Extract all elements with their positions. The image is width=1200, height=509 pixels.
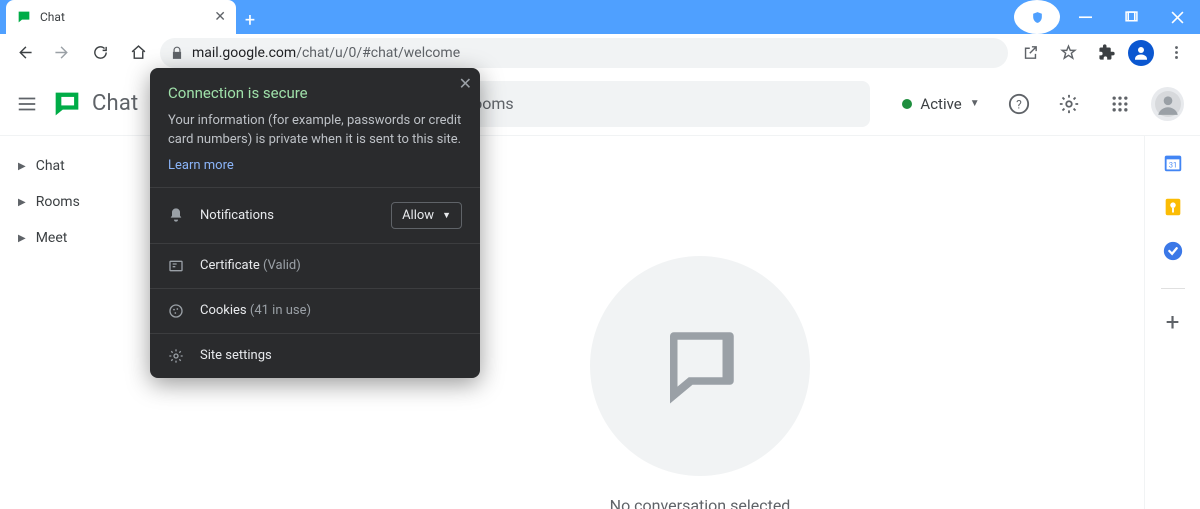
nav-home-button[interactable]: [122, 37, 154, 69]
new-tab-button[interactable]: +: [236, 6, 264, 34]
chrome-menu-button[interactable]: [1160, 37, 1192, 69]
site-info-popover: ✕ Connection is secure Your information …: [150, 68, 480, 378]
site-settings-row[interactable]: Site settings: [150, 333, 480, 378]
browser-toolbar: mail.google.com/chat/u/0/#chat/welcome: [0, 34, 1200, 72]
popover-close-icon[interactable]: ✕: [459, 74, 472, 93]
settings-gear-button[interactable]: [1050, 84, 1089, 124]
browser-titlebar: Chat ✕ +: [0, 0, 1200, 34]
bell-icon: [168, 207, 186, 223]
extensions-puzzle-icon[interactable]: [1090, 37, 1122, 69]
address-bar[interactable]: mail.google.com/chat/u/0/#chat/welcome: [160, 38, 1008, 68]
window-maximize-button[interactable]: [1108, 0, 1154, 34]
window-controls: [1014, 0, 1200, 34]
caret-right-icon: ▶: [18, 197, 26, 208]
caret-right-icon: ▶: [18, 233, 26, 244]
calendar-addon-icon[interactable]: 31: [1162, 152, 1184, 174]
help-button[interactable]: ?: [1000, 84, 1039, 124]
window-minimize-button[interactable]: [1062, 0, 1108, 34]
popover-description: Your information (for example, passwords…: [168, 112, 462, 150]
chevron-down-icon: ▼: [970, 98, 980, 109]
certificate-row[interactable]: Certificate (Valid): [150, 243, 480, 288]
window-close-button[interactable]: [1154, 0, 1200, 34]
url-host: mail.google.com: [192, 45, 296, 61]
browser-shield-icon[interactable]: [1014, 0, 1060, 34]
site-settings-label: Site settings: [200, 348, 462, 363]
cookies-row[interactable]: Cookies (41 in use): [150, 288, 480, 333]
certificate-icon: [168, 258, 186, 274]
nav-reload-button[interactable]: [84, 37, 116, 69]
svg-text:31: 31: [1168, 161, 1176, 170]
caret-right-icon: ▶: [18, 161, 26, 172]
rail-separator: [1161, 288, 1185, 289]
empty-state-illustration: [590, 256, 810, 476]
url-path: /chat/u/0/#chat/welcome: [296, 45, 460, 61]
cookie-icon: [168, 303, 186, 319]
notifications-permission-dropdown[interactable]: Allow ▼: [391, 202, 462, 229]
chat-logo-icon: [50, 87, 84, 121]
sidebar-item-label: Rooms: [36, 194, 80, 210]
presence-status-button[interactable]: Active ▼: [894, 89, 987, 119]
lock-icon[interactable]: [170, 46, 184, 60]
nav-forward-button[interactable]: [46, 37, 78, 69]
status-dot-icon: [902, 99, 912, 109]
allow-label: Allow: [402, 208, 434, 223]
apps-grid-button[interactable]: [1101, 84, 1140, 124]
svg-text:?: ?: [1016, 97, 1022, 111]
bookmark-star-icon[interactable]: [1052, 37, 1084, 69]
main-menu-button[interactable]: [16, 93, 38, 115]
chevron-down-icon: ▼: [442, 210, 451, 221]
sidebar-item-label: Meet: [36, 230, 68, 246]
tasks-addon-icon[interactable]: [1162, 240, 1184, 262]
product-logo[interactable]: Chat: [50, 87, 138, 121]
account-avatar[interactable]: [1151, 87, 1184, 121]
tab-close-icon[interactable]: ✕: [214, 9, 226, 25]
notifications-row: Notifications Allow ▼: [150, 187, 480, 243]
speech-bubble-icon: [655, 321, 745, 411]
profile-avatar-button[interactable]: [1128, 40, 1154, 66]
open-external-icon[interactable]: [1014, 37, 1046, 69]
keep-addon-icon[interactable]: [1162, 196, 1184, 218]
sidebar-item-label: Chat: [36, 158, 65, 174]
product-name: Chat: [92, 91, 138, 116]
nav-back-button[interactable]: [8, 37, 40, 69]
add-addon-button[interactable]: +: [1162, 311, 1184, 333]
chat-favicon-icon: [16, 9, 32, 25]
status-label: Active: [920, 95, 961, 113]
tab-title: Chat: [40, 10, 206, 24]
cookies-label: Cookies (41 in use): [200, 303, 462, 318]
notifications-label: Notifications: [200, 208, 377, 223]
learn-more-link[interactable]: Learn more: [168, 158, 234, 173]
gear-icon: [168, 348, 186, 364]
empty-state-text: No conversation selected: [610, 496, 791, 509]
side-panel: 31 +: [1144, 136, 1200, 509]
popover-title: Connection is secure: [168, 84, 462, 102]
url-text: mail.google.com/chat/u/0/#chat/welcome: [192, 45, 460, 61]
certificate-label: Certificate (Valid): [200, 258, 462, 273]
browser-tab[interactable]: Chat ✕: [6, 0, 236, 34]
